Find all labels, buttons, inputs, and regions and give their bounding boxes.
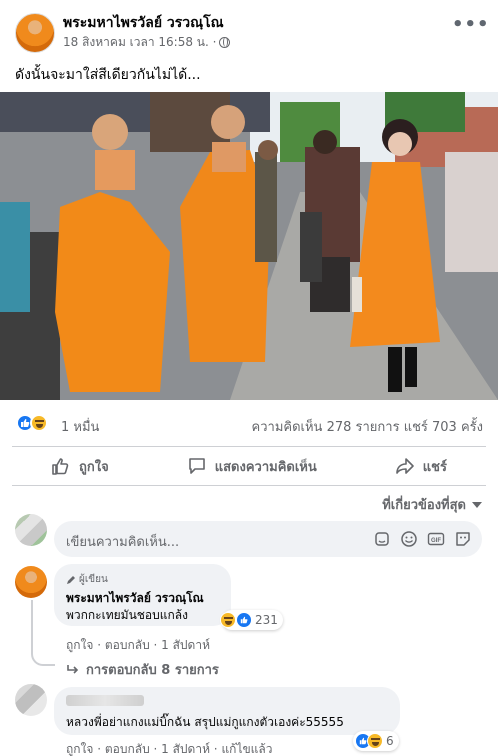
reply-arrow-icon xyxy=(67,664,79,674)
comment-bubble: ผู้เขียน พระมหาไพรวัลย์ วรวณฺโณ พวกกะเทย… xyxy=(54,564,231,626)
share-arrow-icon xyxy=(395,458,414,474)
comment-label: แสดงความคิดเห็น xyxy=(214,459,317,475)
composer-tools: GIF xyxy=(373,530,472,548)
comment-reaction-count: 6 xyxy=(386,734,394,748)
haha-reaction-icon xyxy=(220,612,236,628)
pen-icon xyxy=(67,575,75,584)
globe-icon xyxy=(219,37,231,48)
author-badge-label: ผู้เขียน xyxy=(79,574,108,585)
post-timestamp[interactable]: 18 สิงหาคม เวลา 16:58 น. · xyxy=(63,33,216,52)
comment-input[interactable]: เขียนความคิดเห็น... GIF xyxy=(54,521,482,557)
caret-down-icon xyxy=(472,501,482,508)
author-avatar[interactable] xyxy=(15,13,55,53)
like-label: ถูกใจ xyxy=(79,459,109,475)
post-meta: 18 สิงหาคม เวลา 16:58 น. · xyxy=(63,33,231,52)
comment-share-stats[interactable]: ความคิดเห็น 278 รายการ แชร์ 703 ครั้ง xyxy=(252,416,483,437)
like-button[interactable]: ถูกใจ xyxy=(41,450,119,483)
reaction-count[interactable]: 1 หมื่น xyxy=(61,416,99,437)
gif-icon[interactable]: GIF xyxy=(427,530,445,548)
sticker-icon[interactable] xyxy=(454,530,472,548)
comment-text: หลวงพี่อย่าแกงแม่บิ๊กฉัน สรุปแม่กูแกงตัว… xyxy=(66,715,344,729)
post-header: พระมหาไพรวัลย์ วรวณฺโณ 18 สิงหาคม เวลา 1… xyxy=(0,0,498,58)
comment-reactions[interactable]: 6 xyxy=(353,731,399,751)
emoji-icon[interactable] xyxy=(400,530,418,548)
post-photo[interactable] xyxy=(0,92,498,400)
reaction-summary[interactable] xyxy=(16,414,48,432)
comment-actions[interactable]: ถูกใจ · ตอบกลับ · 1 สัปดาห์ · แก้ไขแล้ว xyxy=(66,740,273,756)
reply-thread-line xyxy=(31,600,55,666)
comment-reaction-count: 231 xyxy=(255,613,278,627)
reactions-bar: 1 หมื่น ความคิดเห็น 278 รายการ แชร์ 703 … xyxy=(0,408,498,438)
comment-input-placeholder: เขียนความคิดเห็น... xyxy=(66,535,180,550)
current-user-avatar xyxy=(15,514,47,546)
haha-reaction-icon xyxy=(30,414,48,432)
haha-reaction-icon xyxy=(367,733,383,749)
sort-label: ที่เกี่ยวข้องที่สุด xyxy=(382,498,466,513)
comment-icon xyxy=(188,458,205,474)
comment-actions[interactable]: ถูกใจ · ตอบกลับ · 1 สัปดาห์ xyxy=(66,636,210,655)
comment-button[interactable]: แสดงความคิดเห็น xyxy=(177,450,327,483)
comment-text: พวกกะเทยมันชอบแกล้ง xyxy=(66,608,188,622)
comment-reactions[interactable]: 231 xyxy=(220,610,283,630)
photo-illustration xyxy=(0,92,498,400)
view-replies-link[interactable]: การตอบกลับ 8 รายการ xyxy=(66,659,219,680)
blurred-commenter-name xyxy=(66,695,144,706)
more-options-icon[interactable]: ••• xyxy=(452,16,489,40)
comment-sort-dropdown[interactable]: ที่เกี่ยวข้องที่สุด xyxy=(382,494,482,515)
post-text: ดังนั้นจะมาใส่สีเดียวกันไม่ได้... xyxy=(15,67,201,83)
author-badge: ผู้เขียน xyxy=(66,572,108,587)
svg-text:GIF: GIF xyxy=(431,538,441,544)
comment-author-avatar[interactable] xyxy=(15,566,47,598)
avatar-sticker-icon[interactable] xyxy=(373,530,391,548)
author-name[interactable]: พระมหาไพรวัลย์ วรวณฺโณ xyxy=(63,12,224,34)
action-bar: ถูกใจ แสดงความคิดเห็น แชร์ xyxy=(12,446,486,486)
share-button[interactable]: แชร์ xyxy=(385,450,457,483)
commenter-avatar[interactable] xyxy=(15,684,47,716)
like-reaction-icon xyxy=(236,612,252,628)
thumbs-up-icon xyxy=(52,458,69,475)
share-label: แชร์ xyxy=(422,459,447,475)
replies-label: การตอบกลับ 8 รายการ xyxy=(86,663,219,678)
comment-bubble: หลวงพี่อย่าแกงแม่บิ๊กฉัน สรุปแม่กูแกงตัว… xyxy=(54,687,400,735)
